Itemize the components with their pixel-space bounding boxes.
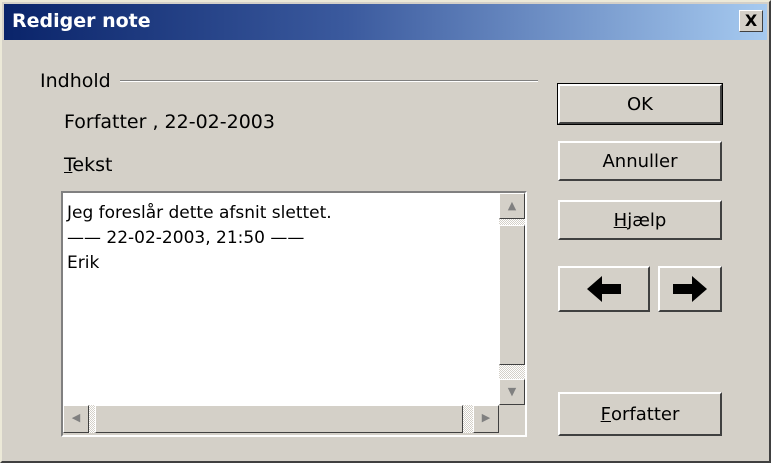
note-text-line: Jeg foreslår dette afsnit slettet.	[67, 203, 332, 223]
author-mnemonic: F	[600, 403, 611, 425]
next-note-button[interactable]	[658, 266, 722, 312]
help-rest: jælp	[627, 209, 667, 231]
ok-button[interactable]: OK	[557, 83, 723, 125]
author-date-label: Forfatter , 22-02-2003	[64, 111, 275, 133]
horizontal-scrollbar-thumb[interactable]	[95, 405, 463, 433]
scroll-down-button[interactable]: ▼	[499, 379, 525, 405]
note-text-line: Erik	[67, 253, 100, 273]
scroll-up-button[interactable]: ▲	[499, 193, 525, 219]
content-group-label: Indhold	[40, 70, 111, 92]
title-bar[interactable]: Rediger note X	[4, 4, 767, 40]
scroll-right-button[interactable]: ▶	[473, 405, 499, 433]
triangle-up-icon: ▲	[507, 199, 517, 212]
close-button[interactable]: X	[739, 10, 763, 32]
text-label: Tekst	[64, 154, 112, 176]
dialog-title: Rediger note	[12, 10, 151, 32]
group-divider	[120, 80, 538, 82]
arrow-left-icon	[587, 276, 621, 302]
previous-note-button[interactable]	[558, 266, 650, 312]
vertical-scrollbar-thumb[interactable]	[499, 225, 525, 365]
author-rest: orfatter	[610, 403, 680, 425]
text-label-rest: ekst	[72, 154, 113, 176]
author-button[interactable]: Forfatter	[558, 392, 722, 436]
note-text-content[interactable]: Jeg foreslår dette afsnit slettet. —— 22…	[63, 193, 499, 405]
edit-note-dialog: Rediger note X Indhold Forfatter , 22-02…	[0, 0, 771, 463]
triangle-right-icon: ▶	[481, 411, 491, 424]
help-button[interactable]: Hjælp	[558, 200, 722, 240]
note-text-area[interactable]: Jeg foreslår dette afsnit slettet. —— 22…	[61, 191, 527, 437]
help-mnemonic: H	[613, 209, 628, 231]
cancel-button[interactable]: Annuller	[558, 141, 722, 181]
triangle-left-icon: ◀	[71, 411, 81, 424]
arrow-right-icon	[673, 276, 707, 302]
note-text-line: —— 22-02-2003, 21:50 ——	[67, 228, 305, 248]
scroll-left-button[interactable]: ◀	[63, 405, 89, 433]
triangle-down-icon: ▼	[507, 385, 517, 398]
